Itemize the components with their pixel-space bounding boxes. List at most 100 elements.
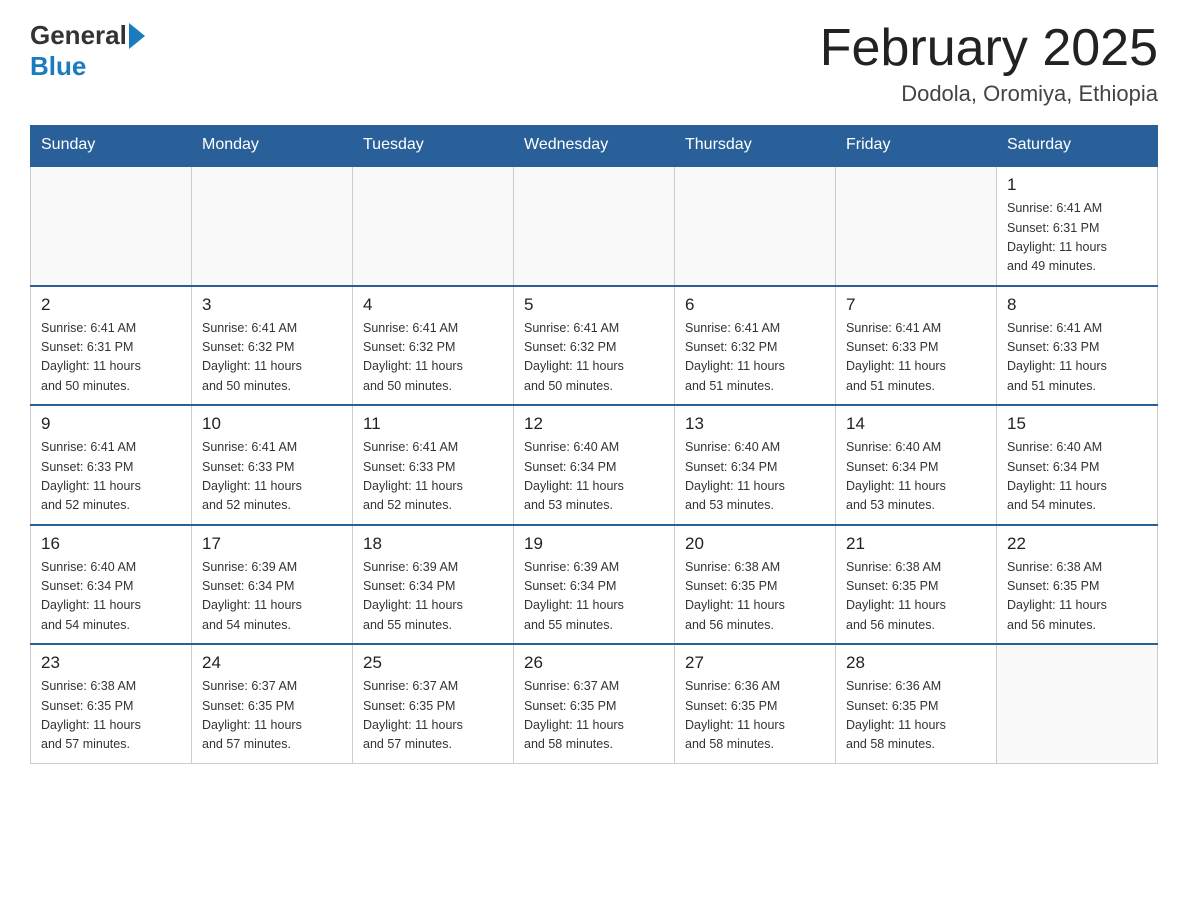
day-number: 14 xyxy=(846,414,986,434)
day-number: 26 xyxy=(524,653,664,673)
day-info: Sunrise: 6:41 AM Sunset: 6:33 PM Dayligh… xyxy=(202,438,342,516)
day-number: 19 xyxy=(524,534,664,554)
calendar-cell xyxy=(675,166,836,286)
calendar-cell xyxy=(353,166,514,286)
calendar-cell xyxy=(514,166,675,286)
day-info: Sunrise: 6:40 AM Sunset: 6:34 PM Dayligh… xyxy=(524,438,664,516)
day-number: 28 xyxy=(846,653,986,673)
day-number: 13 xyxy=(685,414,825,434)
calendar-cell: 23 Sunrise: 6:38 AM Sunset: 6:35 PM Dayli… xyxy=(31,644,192,763)
calendar-cell xyxy=(31,166,192,286)
weekday-header-tuesday: Tuesday xyxy=(353,126,514,166)
day-info: Sunrise: 6:37 AM Sunset: 6:35 PM Dayligh… xyxy=(363,677,503,755)
day-info: Sunrise: 6:39 AM Sunset: 6:34 PM Dayligh… xyxy=(202,558,342,636)
weekday-header-wednesday: Wednesday xyxy=(514,126,675,166)
calendar-cell: 28 Sunrise: 6:36 AM Sunset: 6:35 PM Dayli… xyxy=(836,644,997,763)
calendar-cell: 18 Sunrise: 6:39 AM Sunset: 6:34 PM Dayli… xyxy=(353,525,514,645)
day-info: Sunrise: 6:36 AM Sunset: 6:35 PM Dayligh… xyxy=(846,677,986,755)
day-number: 15 xyxy=(1007,414,1147,434)
calendar-cell: 7 Sunrise: 6:41 AM Sunset: 6:33 PM Daylig… xyxy=(836,286,997,406)
day-number: 18 xyxy=(363,534,503,554)
calendar-cell: 13 Sunrise: 6:40 AM Sunset: 6:34 PM Dayli… xyxy=(675,405,836,525)
calendar-cell: 9 Sunrise: 6:41 AM Sunset: 6:33 PM Daylig… xyxy=(31,405,192,525)
logo-general-text: General xyxy=(30,20,127,51)
day-info: Sunrise: 6:37 AM Sunset: 6:35 PM Dayligh… xyxy=(202,677,342,755)
day-info: Sunrise: 6:41 AM Sunset: 6:32 PM Dayligh… xyxy=(202,319,342,397)
calendar-week-row: 1 Sunrise: 6:41 AM Sunset: 6:31 PM Daylig… xyxy=(31,166,1158,286)
day-info: Sunrise: 6:38 AM Sunset: 6:35 PM Dayligh… xyxy=(846,558,986,636)
calendar-week-row: 23 Sunrise: 6:38 AM Sunset: 6:35 PM Dayli… xyxy=(31,644,1158,763)
day-number: 7 xyxy=(846,295,986,315)
day-info: Sunrise: 6:41 AM Sunset: 6:33 PM Dayligh… xyxy=(846,319,986,397)
day-number: 24 xyxy=(202,653,342,673)
header: General Blue February 2025 Dodola, Oromi… xyxy=(30,20,1158,107)
calendar-week-row: 16 Sunrise: 6:40 AM Sunset: 6:34 PM Dayli… xyxy=(31,525,1158,645)
calendar-table: SundayMondayTuesdayWednesdayThursdayFrid… xyxy=(30,125,1158,764)
day-number: 12 xyxy=(524,414,664,434)
day-number: 21 xyxy=(846,534,986,554)
day-info: Sunrise: 6:41 AM Sunset: 6:33 PM Dayligh… xyxy=(41,438,181,516)
calendar-cell: 4 Sunrise: 6:41 AM Sunset: 6:32 PM Daylig… xyxy=(353,286,514,406)
day-number: 5 xyxy=(524,295,664,315)
day-info: Sunrise: 6:38 AM Sunset: 6:35 PM Dayligh… xyxy=(1007,558,1147,636)
calendar-cell: 5 Sunrise: 6:41 AM Sunset: 6:32 PM Daylig… xyxy=(514,286,675,406)
day-number: 27 xyxy=(685,653,825,673)
calendar-cell: 12 Sunrise: 6:40 AM Sunset: 6:34 PM Dayli… xyxy=(514,405,675,525)
calendar-cell: 3 Sunrise: 6:41 AM Sunset: 6:32 PM Daylig… xyxy=(192,286,353,406)
day-number: 4 xyxy=(363,295,503,315)
day-info: Sunrise: 6:38 AM Sunset: 6:35 PM Dayligh… xyxy=(41,677,181,755)
location-title: Dodola, Oromiya, Ethiopia xyxy=(820,81,1158,107)
day-info: Sunrise: 6:40 AM Sunset: 6:34 PM Dayligh… xyxy=(846,438,986,516)
calendar-cell: 22 Sunrise: 6:38 AM Sunset: 6:35 PM Dayli… xyxy=(997,525,1158,645)
logo: General Blue xyxy=(30,20,145,82)
calendar-cell: 27Sunrise: 6:36 AM Sunset: 6:35 PM Dayli… xyxy=(675,644,836,763)
day-info: Sunrise: 6:41 AM Sunset: 6:31 PM Dayligh… xyxy=(1007,199,1147,277)
day-number: 3 xyxy=(202,295,342,315)
day-info: Sunrise: 6:40 AM Sunset: 6:34 PM Dayligh… xyxy=(685,438,825,516)
day-info: Sunrise: 6:40 AM Sunset: 6:34 PM Dayligh… xyxy=(41,558,181,636)
calendar-week-row: 2 Sunrise: 6:41 AM Sunset: 6:31 PM Daylig… xyxy=(31,286,1158,406)
calendar-cell: 17Sunrise: 6:39 AM Sunset: 6:34 PM Dayli… xyxy=(192,525,353,645)
calendar-cell: 19 Sunrise: 6:39 AM Sunset: 6:34 PM Dayli… xyxy=(514,525,675,645)
day-number: 1 xyxy=(1007,175,1147,195)
calendar-cell: 26 Sunrise: 6:37 AM Sunset: 6:35 PM Dayli… xyxy=(514,644,675,763)
day-info: Sunrise: 6:38 AM Sunset: 6:35 PM Dayligh… xyxy=(685,558,825,636)
calendar-cell: 15 Sunrise: 6:40 AM Sunset: 6:34 PM Dayli… xyxy=(997,405,1158,525)
weekday-header-saturday: Saturday xyxy=(997,126,1158,166)
day-number: 25 xyxy=(363,653,503,673)
weekday-header-monday: Monday xyxy=(192,126,353,166)
weekday-header-row: SundayMondayTuesdayWednesdayThursdayFrid… xyxy=(31,126,1158,166)
calendar-cell: 2 Sunrise: 6:41 AM Sunset: 6:31 PM Daylig… xyxy=(31,286,192,406)
calendar-cell xyxy=(836,166,997,286)
calendar-cell: 8 Sunrise: 6:41 AM Sunset: 6:33 PM Daylig… xyxy=(997,286,1158,406)
calendar-cell xyxy=(997,644,1158,763)
day-info: Sunrise: 6:39 AM Sunset: 6:34 PM Dayligh… xyxy=(363,558,503,636)
day-number: 9 xyxy=(41,414,181,434)
day-number: 22 xyxy=(1007,534,1147,554)
day-number: 23 xyxy=(41,653,181,673)
calendar-cell: 1 Sunrise: 6:41 AM Sunset: 6:31 PM Daylig… xyxy=(997,166,1158,286)
day-info: Sunrise: 6:41 AM Sunset: 6:32 PM Dayligh… xyxy=(363,319,503,397)
day-info: Sunrise: 6:41 AM Sunset: 6:32 PM Dayligh… xyxy=(685,319,825,397)
title-area: February 2025 Dodola, Oromiya, Ethiopia xyxy=(820,20,1158,107)
day-info: Sunrise: 6:41 AM Sunset: 6:33 PM Dayligh… xyxy=(363,438,503,516)
day-number: 11 xyxy=(363,414,503,434)
day-info: Sunrise: 6:37 AM Sunset: 6:35 PM Dayligh… xyxy=(524,677,664,755)
day-number: 16 xyxy=(41,534,181,554)
day-info: Sunrise: 6:41 AM Sunset: 6:33 PM Dayligh… xyxy=(1007,319,1147,397)
calendar-cell: 10Sunrise: 6:41 AM Sunset: 6:33 PM Dayli… xyxy=(192,405,353,525)
day-info: Sunrise: 6:41 AM Sunset: 6:31 PM Dayligh… xyxy=(41,319,181,397)
calendar-week-row: 9 Sunrise: 6:41 AM Sunset: 6:33 PM Daylig… xyxy=(31,405,1158,525)
day-number: 2 xyxy=(41,295,181,315)
calendar-cell: 14 Sunrise: 6:40 AM Sunset: 6:34 PM Dayli… xyxy=(836,405,997,525)
day-info: Sunrise: 6:39 AM Sunset: 6:34 PM Dayligh… xyxy=(524,558,664,636)
day-info: Sunrise: 6:41 AM Sunset: 6:32 PM Dayligh… xyxy=(524,319,664,397)
weekday-header-friday: Friday xyxy=(836,126,997,166)
day-number: 8 xyxy=(1007,295,1147,315)
logo-arrow-icon xyxy=(129,23,145,49)
calendar-cell xyxy=(192,166,353,286)
month-title: February 2025 xyxy=(820,20,1158,77)
calendar-cell: 21 Sunrise: 6:38 AM Sunset: 6:35 PM Dayli… xyxy=(836,525,997,645)
calendar-cell: 25 Sunrise: 6:37 AM Sunset: 6:35 PM Dayli… xyxy=(353,644,514,763)
day-info: Sunrise: 6:40 AM Sunset: 6:34 PM Dayligh… xyxy=(1007,438,1147,516)
